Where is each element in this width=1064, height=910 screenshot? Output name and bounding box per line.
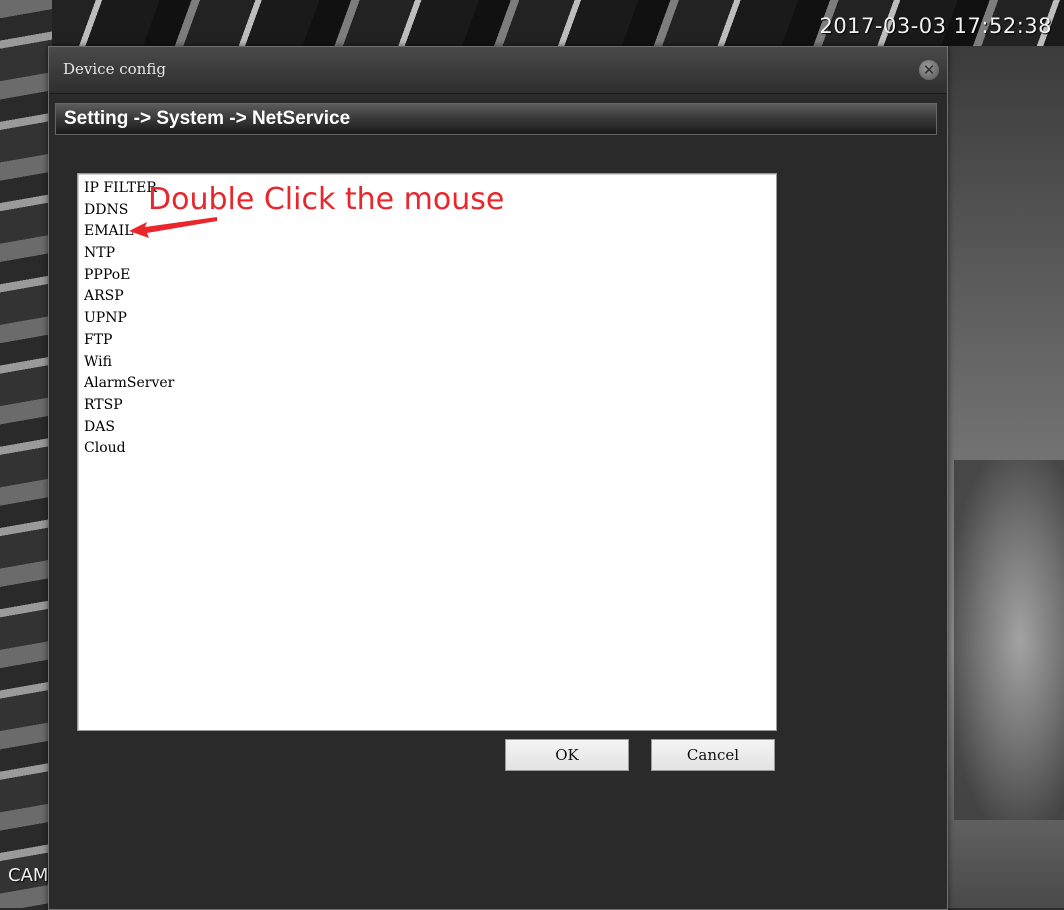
list-item[interactable]: AlarmServer [84,373,174,395]
camera-timestamp: 2017-03-03 17:52:38 [819,14,1052,38]
dialog-titlebar[interactable]: Device config ✕ [49,47,947,94]
list-item[interactable]: Cloud [84,438,174,460]
list-item[interactable]: PPPoE [84,265,174,287]
camera-feed-left [0,0,52,908]
camera-label: CAM [8,865,49,886]
list-item[interactable]: Wifi [84,352,174,374]
breadcrumb-bar: Setting -> System -> NetService [55,103,937,135]
list-item[interactable]: DAS [84,417,174,439]
ok-button[interactable]: OK [505,739,629,771]
arrow-head [129,217,217,238]
list-item[interactable]: FTP [84,330,174,352]
list-item[interactable]: NTP [84,243,174,265]
list-item[interactable]: RTSP [84,395,174,417]
netservice-list[interactable]: IP FILTER DDNS EMAIL NTP PPPoE ARSP UPNP FTP Wif… [77,173,777,731]
breadcrumb: Setting -> System -> NetService [64,108,351,129]
device-config-dialog: Device config ✕ Setting -> System -> Net… [48,46,948,910]
list-item[interactable]: ARSP [84,286,174,308]
camera-feed-object [954,460,1064,820]
close-icon[interactable]: ✕ [919,60,939,80]
annotation-text: Double Click the mouse [148,182,505,217]
list-item[interactable]: UPNP [84,308,174,330]
cancel-button[interactable]: Cancel [651,739,775,771]
dialog-title: Device config [63,60,166,78]
